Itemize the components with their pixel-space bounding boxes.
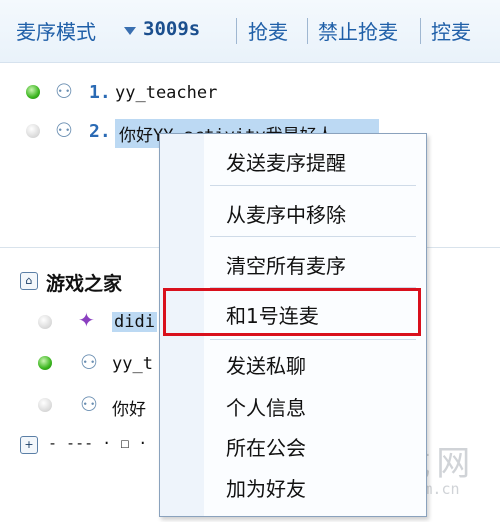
menu-separator bbox=[210, 236, 416, 237]
menu-item-add-friend[interactable]: 加为好友 bbox=[226, 473, 306, 502]
admin-badge-icon: ✦ bbox=[78, 308, 95, 332]
queue-row[interactable]: ⚇ 1. yy_teacher bbox=[0, 78, 500, 108]
triangle-down-icon[interactable] bbox=[124, 27, 136, 35]
member-row[interactable]: ✦ didi bbox=[0, 306, 170, 336]
collapsed-group-row[interactable]: - --- · ☐ · bbox=[48, 434, 147, 452]
menu-item-remove-from-queue[interactable]: 从麦序中移除 bbox=[226, 199, 346, 228]
menu-item-clear-queue[interactable]: 清空所有麦序 bbox=[226, 250, 346, 279]
grab-mic-button[interactable]: 抢麦 bbox=[248, 16, 288, 45]
mic-toolbar: 麦序模式 3009s 抢麦 禁止抢麦 控麦 bbox=[0, 0, 500, 63]
member-username: didi bbox=[112, 312, 157, 332]
menu-separator bbox=[210, 185, 416, 186]
mic-timer: 3009s bbox=[143, 18, 201, 40]
offline-status-icon bbox=[38, 398, 52, 412]
forbid-grab-mic-button[interactable]: 禁止抢麦 bbox=[318, 16, 398, 45]
menu-item-send-queue-reminder[interactable]: 发送麦序提醒 bbox=[226, 147, 346, 176]
menu-item-link-mic-with-1[interactable]: 和1号连麦 bbox=[226, 300, 319, 329]
menu-item-personal-info[interactable]: 个人信息 bbox=[226, 392, 306, 421]
menu-separator bbox=[210, 339, 416, 340]
member-row[interactable]: ⚇ 你好 bbox=[0, 390, 170, 420]
member-username: 你好 bbox=[112, 400, 146, 420]
member-row[interactable]: ⚇ yy_t bbox=[0, 348, 170, 378]
online-status-icon bbox=[26, 85, 40, 99]
user-figure-icon: ⚇ bbox=[55, 118, 73, 142]
toolbar-divider bbox=[236, 18, 237, 44]
home-icon[interactable]: ⌂ bbox=[20, 272, 38, 290]
user-figure-icon: ⚇ bbox=[80, 392, 98, 416]
control-mic-button[interactable]: 控麦 bbox=[431, 16, 471, 45]
queue-number: 2. bbox=[89, 121, 111, 142]
offline-status-icon bbox=[38, 315, 52, 329]
member-username: yy_t bbox=[112, 354, 153, 374]
online-status-icon bbox=[38, 356, 52, 370]
offline-status-icon bbox=[26, 124, 40, 138]
context-menu: 发送麦序提醒 从麦序中移除 清空所有麦序 和1号连麦 发送私聊 个人信息 所在公… bbox=[159, 133, 427, 517]
toolbar-divider bbox=[307, 18, 308, 44]
mic-mode-selector[interactable]: 麦序模式 bbox=[16, 16, 96, 45]
plus-icon[interactable]: + bbox=[20, 436, 38, 454]
menu-item-send-private-chat[interactable]: 发送私聊 bbox=[226, 350, 306, 379]
queue-number: 1. bbox=[89, 82, 111, 103]
toolbar-divider bbox=[420, 18, 421, 44]
user-figure-icon: ⚇ bbox=[80, 350, 98, 374]
queue-username: yy_teacher bbox=[115, 83, 218, 103]
user-figure-icon: ⚇ bbox=[55, 79, 73, 103]
menu-item-guild[interactable]: 所在公会 bbox=[226, 432, 306, 461]
group-title: 游戏之家 bbox=[46, 273, 123, 295]
